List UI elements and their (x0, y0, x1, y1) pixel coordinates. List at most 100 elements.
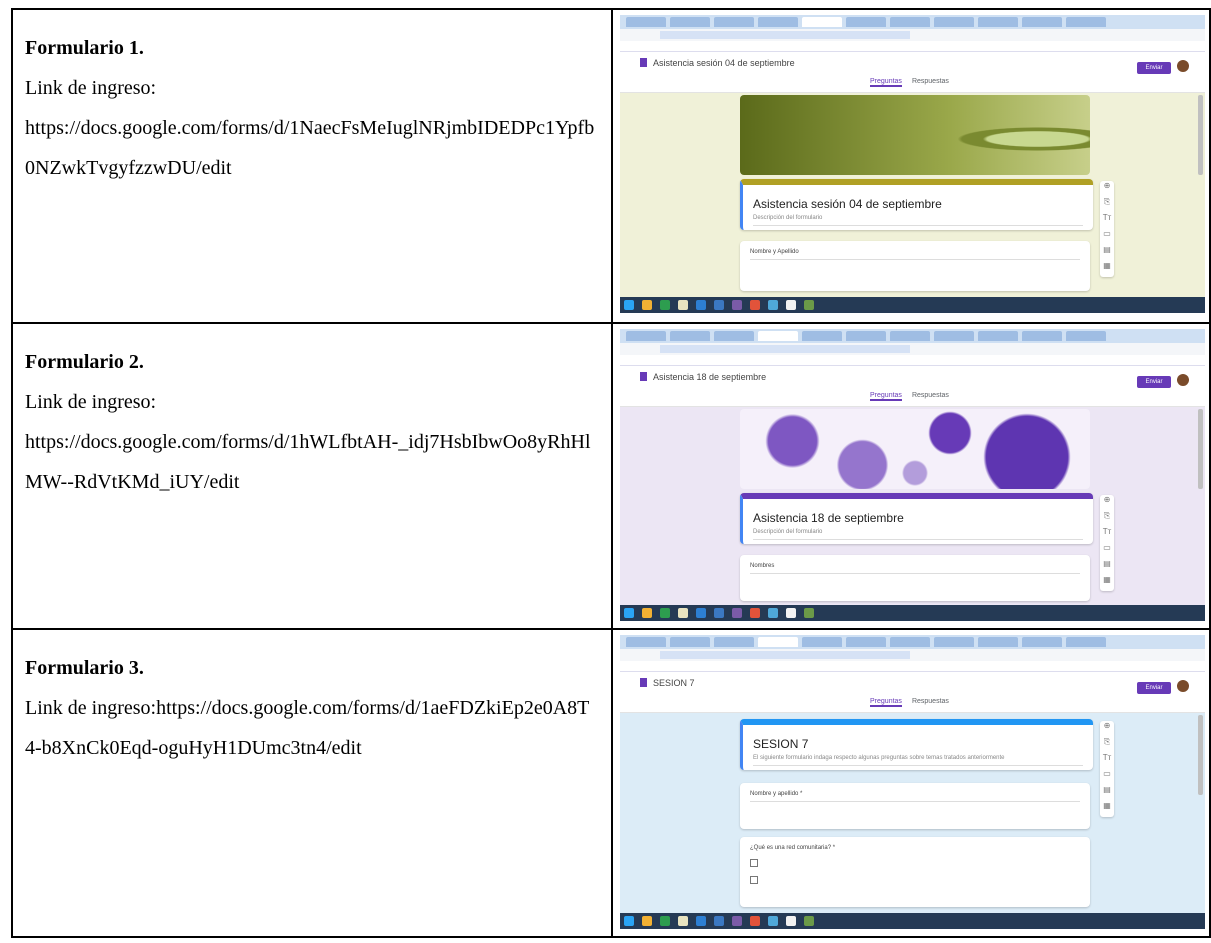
card-description: Descripción del formulario (753, 215, 823, 221)
question-label: Nombre y apellido * (750, 791, 803, 797)
forms-table: Formulario 1. Link de ingreso: https://d… (10, 8, 1211, 938)
tab-responses: Respuestas (911, 78, 949, 85)
image-icon: ▭ (1103, 543, 1111, 552)
screenshot-form-title: Asistencia sesión 04 de septiembre (653, 58, 795, 68)
windows-start-icon (624, 608, 635, 618)
question-card: Nombre y apellido * (740, 783, 1091, 829)
form-link-2[interactable]: https://docs.google.com/forms/d/1hWLfbtA… (25, 422, 599, 502)
question-label-2: ¿Qué es una red comunitaria? * (750, 845, 836, 851)
form-screenshot-3: SESION 7 Enviar Preguntas Respuestas SESI… (620, 635, 1206, 929)
browser-tab-bar (620, 635, 1206, 649)
card-title: Asistencia 18 de septiembre (753, 511, 904, 525)
tab-responses: Respuestas (911, 698, 949, 705)
forms-doc-icon (640, 678, 648, 687)
tab-questions: Preguntas (870, 78, 902, 87)
side-toolbar: ⊕ ⎘ Tт ▭ ▤ ▦ (1100, 495, 1115, 591)
form-text-cell-1: Formulario 1. Link de ingreso: https://d… (10, 8, 614, 324)
form-link-3[interactable]: Link de ingreso:https://docs.google.com/… (25, 688, 599, 768)
screenshot-form-title: SESION 7 (653, 678, 695, 688)
bookmarks-bar (620, 355, 1206, 366)
windows-start-icon (624, 916, 635, 926)
section-icon: ▦ (1103, 261, 1111, 270)
image-icon: ▭ (1103, 229, 1111, 238)
form-row-1: Formulario 1. Link de ingreso: https://d… (10, 8, 1211, 324)
title-icon: Tт (1102, 213, 1112, 222)
windows-taskbar (620, 297, 1206, 313)
form-title-3: Formulario 3. (25, 657, 144, 679)
card-description: El siguiente formulario indaga respecto … (753, 755, 1005, 761)
video-icon: ▤ (1103, 245, 1111, 254)
form-title-2: Formulario 2. (25, 351, 144, 373)
windows-taskbar (620, 605, 1206, 621)
form-screenshot-1: Asistencia sesión 04 de septiembre Envia… (620, 15, 1206, 313)
card-title: SESION 7 (753, 737, 809, 751)
import-icon: ⎘ (1103, 511, 1111, 520)
side-toolbar: ⊕ ⎘ Tт ▭ ▤ ▦ (1100, 181, 1115, 277)
link-label-2: Link de ingreso: (25, 391, 157, 413)
question-card-2: ¿Qué es una red comunitaria? * (740, 837, 1091, 907)
browser-tab-bar (620, 329, 1206, 343)
forms-doc-icon (640, 58, 648, 67)
form-row-3: Formulario 3. Link de ingreso:https://do… (10, 628, 1211, 938)
form-title-1: Formulario 1. (25, 37, 144, 59)
form-screenshot-cell-1: Asistencia sesión 04 de septiembre Envia… (611, 8, 1211, 324)
question-card: Nombre y Apellido (740, 241, 1091, 291)
send-button: Enviar (1137, 682, 1172, 694)
add-question-icon: ⊕ (1103, 721, 1111, 730)
import-icon: ⎘ (1103, 737, 1111, 746)
form-header-card: Asistencia sesión 04 de septiembre Descr… (740, 179, 1094, 230)
form-header-card: Asistencia 18 de septiembre Descripción … (740, 493, 1094, 544)
form-link-1[interactable]: https://docs.google.com/forms/d/1NaecFsM… (25, 108, 599, 188)
side-toolbar: ⊕ ⎘ Tт ▭ ▤ ▦ (1100, 721, 1115, 817)
tab-questions: Preguntas (870, 392, 902, 401)
form-screenshot-cell-3: SESION 7 Enviar Preguntas Respuestas SESI… (611, 628, 1211, 938)
link-label-3: Link de ingreso: (25, 697, 157, 719)
forms-app-bar: Asistencia 18 de septiembre Enviar Pregu… (620, 366, 1206, 407)
card-description: Descripción del formulario (753, 529, 823, 535)
tab-questions: Preguntas (870, 698, 902, 707)
send-button: Enviar (1137, 376, 1172, 388)
address-bar (620, 649, 1206, 661)
tab-responses: Respuestas (911, 392, 949, 399)
forms-app-bar: Asistencia sesión 04 de septiembre Envia… (620, 52, 1206, 93)
header-image-bubbles (740, 409, 1091, 489)
header-image-frog (740, 95, 1091, 175)
browser-tab-bar (620, 15, 1206, 29)
bookmarks-bar (620, 661, 1206, 672)
avatar (1177, 374, 1190, 386)
add-question-icon: ⊕ (1103, 495, 1111, 504)
screenshot-form-title: Asistencia 18 de septiembre (653, 372, 767, 382)
import-icon: ⎘ (1103, 197, 1111, 206)
form-row-2: Formulario 2. Link de ingreso: https://d… (10, 322, 1211, 630)
form-screenshot-cell-2: Asistencia 18 de septiembre Enviar Pregu… (611, 322, 1211, 630)
title-icon: Tт (1102, 527, 1112, 536)
link-label-1: Link de ingreso: (25, 77, 157, 99)
question-label: Nombre y Apellido (750, 249, 799, 255)
scrollbar (1198, 409, 1204, 489)
forms-app-bar: SESION 7 Enviar Preguntas Respuestas (620, 672, 1206, 713)
address-bar (620, 29, 1206, 41)
section-icon: ▦ (1103, 801, 1111, 810)
windows-start-icon (624, 300, 635, 310)
address-bar (620, 343, 1206, 355)
windows-taskbar (620, 913, 1206, 929)
form-text-cell-2: Formulario 2. Link de ingreso: https://d… (10, 322, 614, 630)
question-label: Nombres (750, 563, 775, 569)
forms-doc-icon (640, 372, 648, 381)
card-title: Asistencia sesión 04 de septiembre (753, 197, 942, 211)
scrollbar (1198, 95, 1204, 175)
form-text-cell-3: Formulario 3. Link de ingreso:https://do… (10, 628, 614, 938)
checkbox-icon (750, 859, 759, 867)
video-icon: ▤ (1103, 785, 1111, 794)
image-icon: ▭ (1103, 769, 1111, 778)
add-question-icon: ⊕ (1103, 181, 1111, 190)
question-card: Nombres (740, 555, 1091, 601)
form-header-card: SESION 7 El siguiente formulario indaga … (740, 719, 1094, 770)
avatar (1177, 680, 1190, 692)
video-icon: ▤ (1103, 559, 1111, 568)
send-button: Enviar (1137, 62, 1172, 74)
title-icon: Tт (1102, 753, 1112, 762)
section-icon: ▦ (1103, 575, 1111, 584)
checkbox-icon (750, 876, 759, 884)
form-screenshot-2: Asistencia 18 de septiembre Enviar Pregu… (620, 329, 1206, 621)
